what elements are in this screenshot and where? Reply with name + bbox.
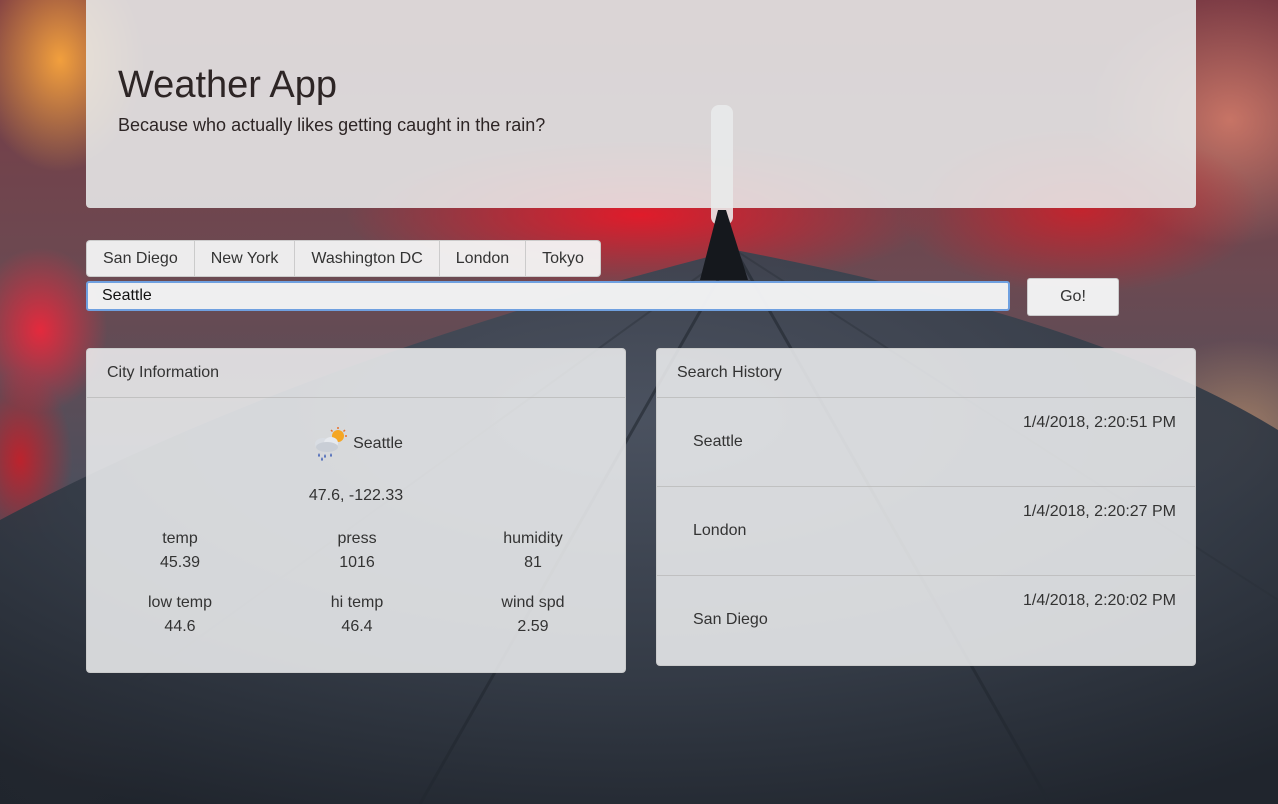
quick-city-san-diego-button[interactable]: San Diego [86, 240, 195, 277]
stat-wind-spd: wind spd 2.59 [445, 591, 621, 639]
stat-label: low temp [147, 594, 213, 611]
stat-label: wind spd [501, 594, 565, 611]
city-search-input[interactable] [86, 281, 1010, 311]
history-timestamp: 1/4/2018, 2:20:02 PM [1023, 592, 1176, 609]
quick-city-london-button[interactable]: London [439, 240, 527, 277]
history-city: Seattle [693, 433, 743, 450]
stat-humidity: humidity 81 [445, 527, 621, 575]
history-city: San Diego [693, 611, 768, 628]
app-subtitle: Because who actually likes getting caugh… [118, 115, 546, 135]
app-title: Weather App [118, 64, 338, 106]
search-history-heading: Search History [657, 349, 1195, 398]
history-item[interactable]: San Diego 1/4/2018, 2:20:02 PM [657, 576, 1195, 665]
stat-value: 81 [524, 554, 542, 571]
stat-value: 46.4 [341, 618, 373, 635]
stat-low-temp: low temp 44.6 [91, 591, 269, 639]
stat-hi-temp: hi temp 46.4 [269, 591, 445, 639]
quick-city-button-group: San Diego New York Washington DC London … [86, 240, 601, 277]
history-city: London [693, 522, 747, 539]
stat-temp: temp 45.39 [91, 527, 269, 575]
city-information-heading: City Information [87, 349, 625, 398]
history-timestamp: 1/4/2018, 2:20:27 PM [1023, 503, 1176, 520]
stat-label: humidity [503, 530, 563, 547]
quick-city-tokyo-button[interactable]: Tokyo [526, 240, 601, 277]
search-history-list: Seattle 1/4/2018, 2:20:51 PM London 1/4/… [657, 398, 1195, 665]
city-name-row: Seattle [87, 427, 625, 461]
history-timestamp: 1/4/2018, 2:20:51 PM [1023, 414, 1176, 431]
history-item[interactable]: Seattle 1/4/2018, 2:20:51 PM [657, 398, 1195, 487]
rain-cloud-sun-icon [315, 427, 348, 461]
stat-label: hi temp [330, 594, 384, 611]
weather-stats-grid: temp 45.39 press 1016 humidity 81 low te… [91, 527, 621, 639]
stat-label: press [337, 530, 377, 547]
stat-press: press 1016 [269, 527, 445, 575]
city-information-card: City Information Seattle 47.6, -122.33 t… [86, 348, 626, 673]
stat-value: 45.39 [159, 554, 201, 571]
quick-city-new-york-button[interactable]: New York [194, 240, 296, 277]
city-name: Seattle [353, 435, 403, 452]
stat-value: 44.6 [164, 618, 196, 635]
go-button[interactable]: Go! [1027, 278, 1119, 316]
stat-value: 1016 [339, 554, 375, 571]
search-history-card: Search History Seattle 1/4/2018, 2:20:51… [656, 348, 1196, 666]
history-item[interactable]: London 1/4/2018, 2:20:27 PM [657, 487, 1195, 576]
header-jumbotron: Weather App Because who actually likes g… [86, 0, 1196, 208]
stat-value: 2.59 [517, 618, 549, 635]
city-coordinates: 47.6, -122.33 [308, 487, 404, 504]
quick-city-washington-dc-button[interactable]: Washington DC [295, 240, 440, 277]
stat-label: temp [162, 530, 198, 547]
